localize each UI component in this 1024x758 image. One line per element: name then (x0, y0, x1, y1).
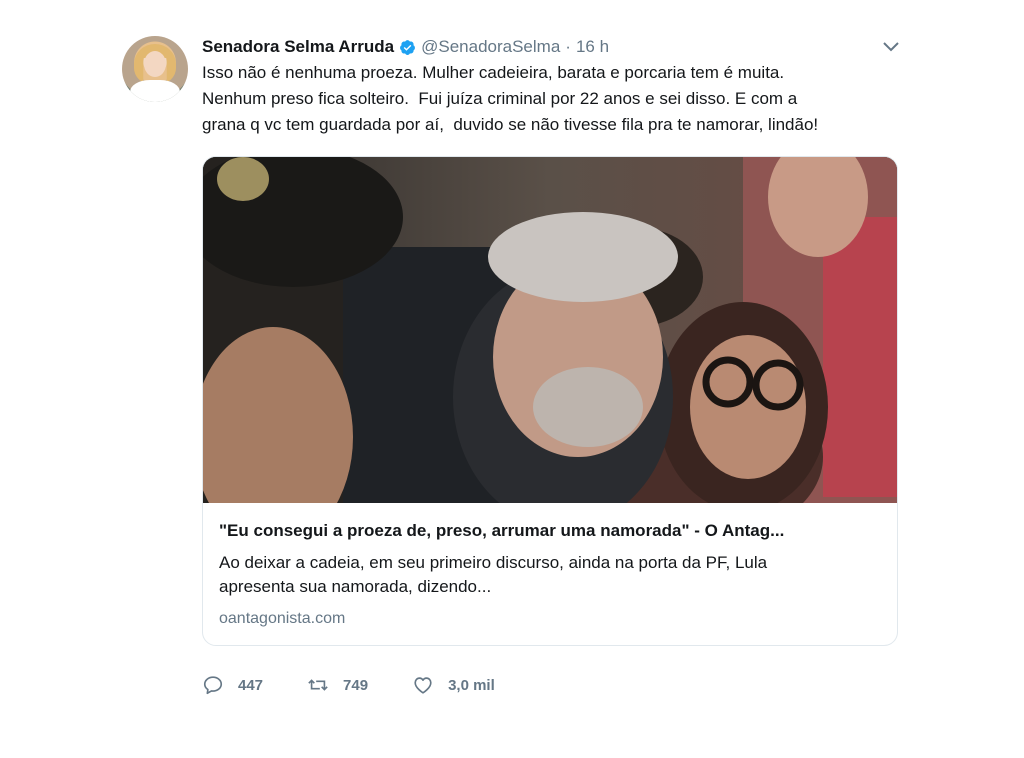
tweet-timestamp[interactable]: 16 h (576, 37, 609, 57)
link-preview-card[interactable]: "Eu consegui a proeza de, preso, arrumar… (202, 156, 898, 646)
author-avatar[interactable] (122, 36, 188, 102)
author-name[interactable]: Senadora Selma Arruda (202, 37, 394, 57)
tweet-text: Isso não é nenhuma proeza. Mulher cadeie… (202, 60, 902, 138)
like-count: 3,0 mil (448, 676, 495, 694)
like-button[interactable]: 3,0 mil (412, 674, 495, 696)
avatar-shirt (130, 80, 180, 102)
card-photo (203, 157, 897, 503)
tweet-actions: 447 749 3,0 mil (202, 674, 539, 696)
header-separator: · (565, 37, 571, 56)
card-description: Ao deixar a cadeia, em seu primeiro disc… (219, 551, 881, 599)
card-description-line: apresenta sua namorada, dizendo... (219, 577, 492, 596)
retweet-icon (308, 679, 328, 691)
tweet-content: Senadora Selma Arruda @SenadoraSelma · 1… (202, 30, 902, 695)
card-description-line: Ao deixar a cadeia, em seu primeiro disc… (219, 553, 768, 572)
avatar-face (144, 51, 166, 77)
tweet-text-line: grana q vc tem guardada por aí, duvido s… (202, 115, 819, 134)
heart-icon (414, 677, 432, 694)
retweet-count: 749 (343, 676, 369, 694)
tweet-text-line: Nenhum preso fica solteiro. Fui juíza cr… (202, 89, 798, 108)
verified-badge-icon (400, 39, 416, 55)
chevron-down-icon[interactable] (882, 40, 900, 54)
card-domain[interactable]: oantagonista.com (219, 610, 881, 628)
tweet-header: Senadora Selma Arruda @SenadoraSelma · 1… (202, 30, 902, 64)
author-handle[interactable]: @SenadoraSelma (421, 37, 560, 57)
tweet-text-line: Isso não é nenhuma proeza. Mulher cadeie… (202, 63, 785, 82)
card-image[interactable] (203, 157, 897, 503)
retweet-button[interactable]: 749 (307, 674, 368, 696)
card-body: "Eu consegui a proeza de, preso, arrumar… (203, 503, 897, 628)
card-title[interactable]: "Eu consegui a proeza de, preso, arrumar… (219, 521, 881, 545)
reply-icon (203, 676, 223, 695)
reply-button[interactable]: 447 (202, 674, 263, 696)
reply-count: 447 (238, 676, 264, 694)
